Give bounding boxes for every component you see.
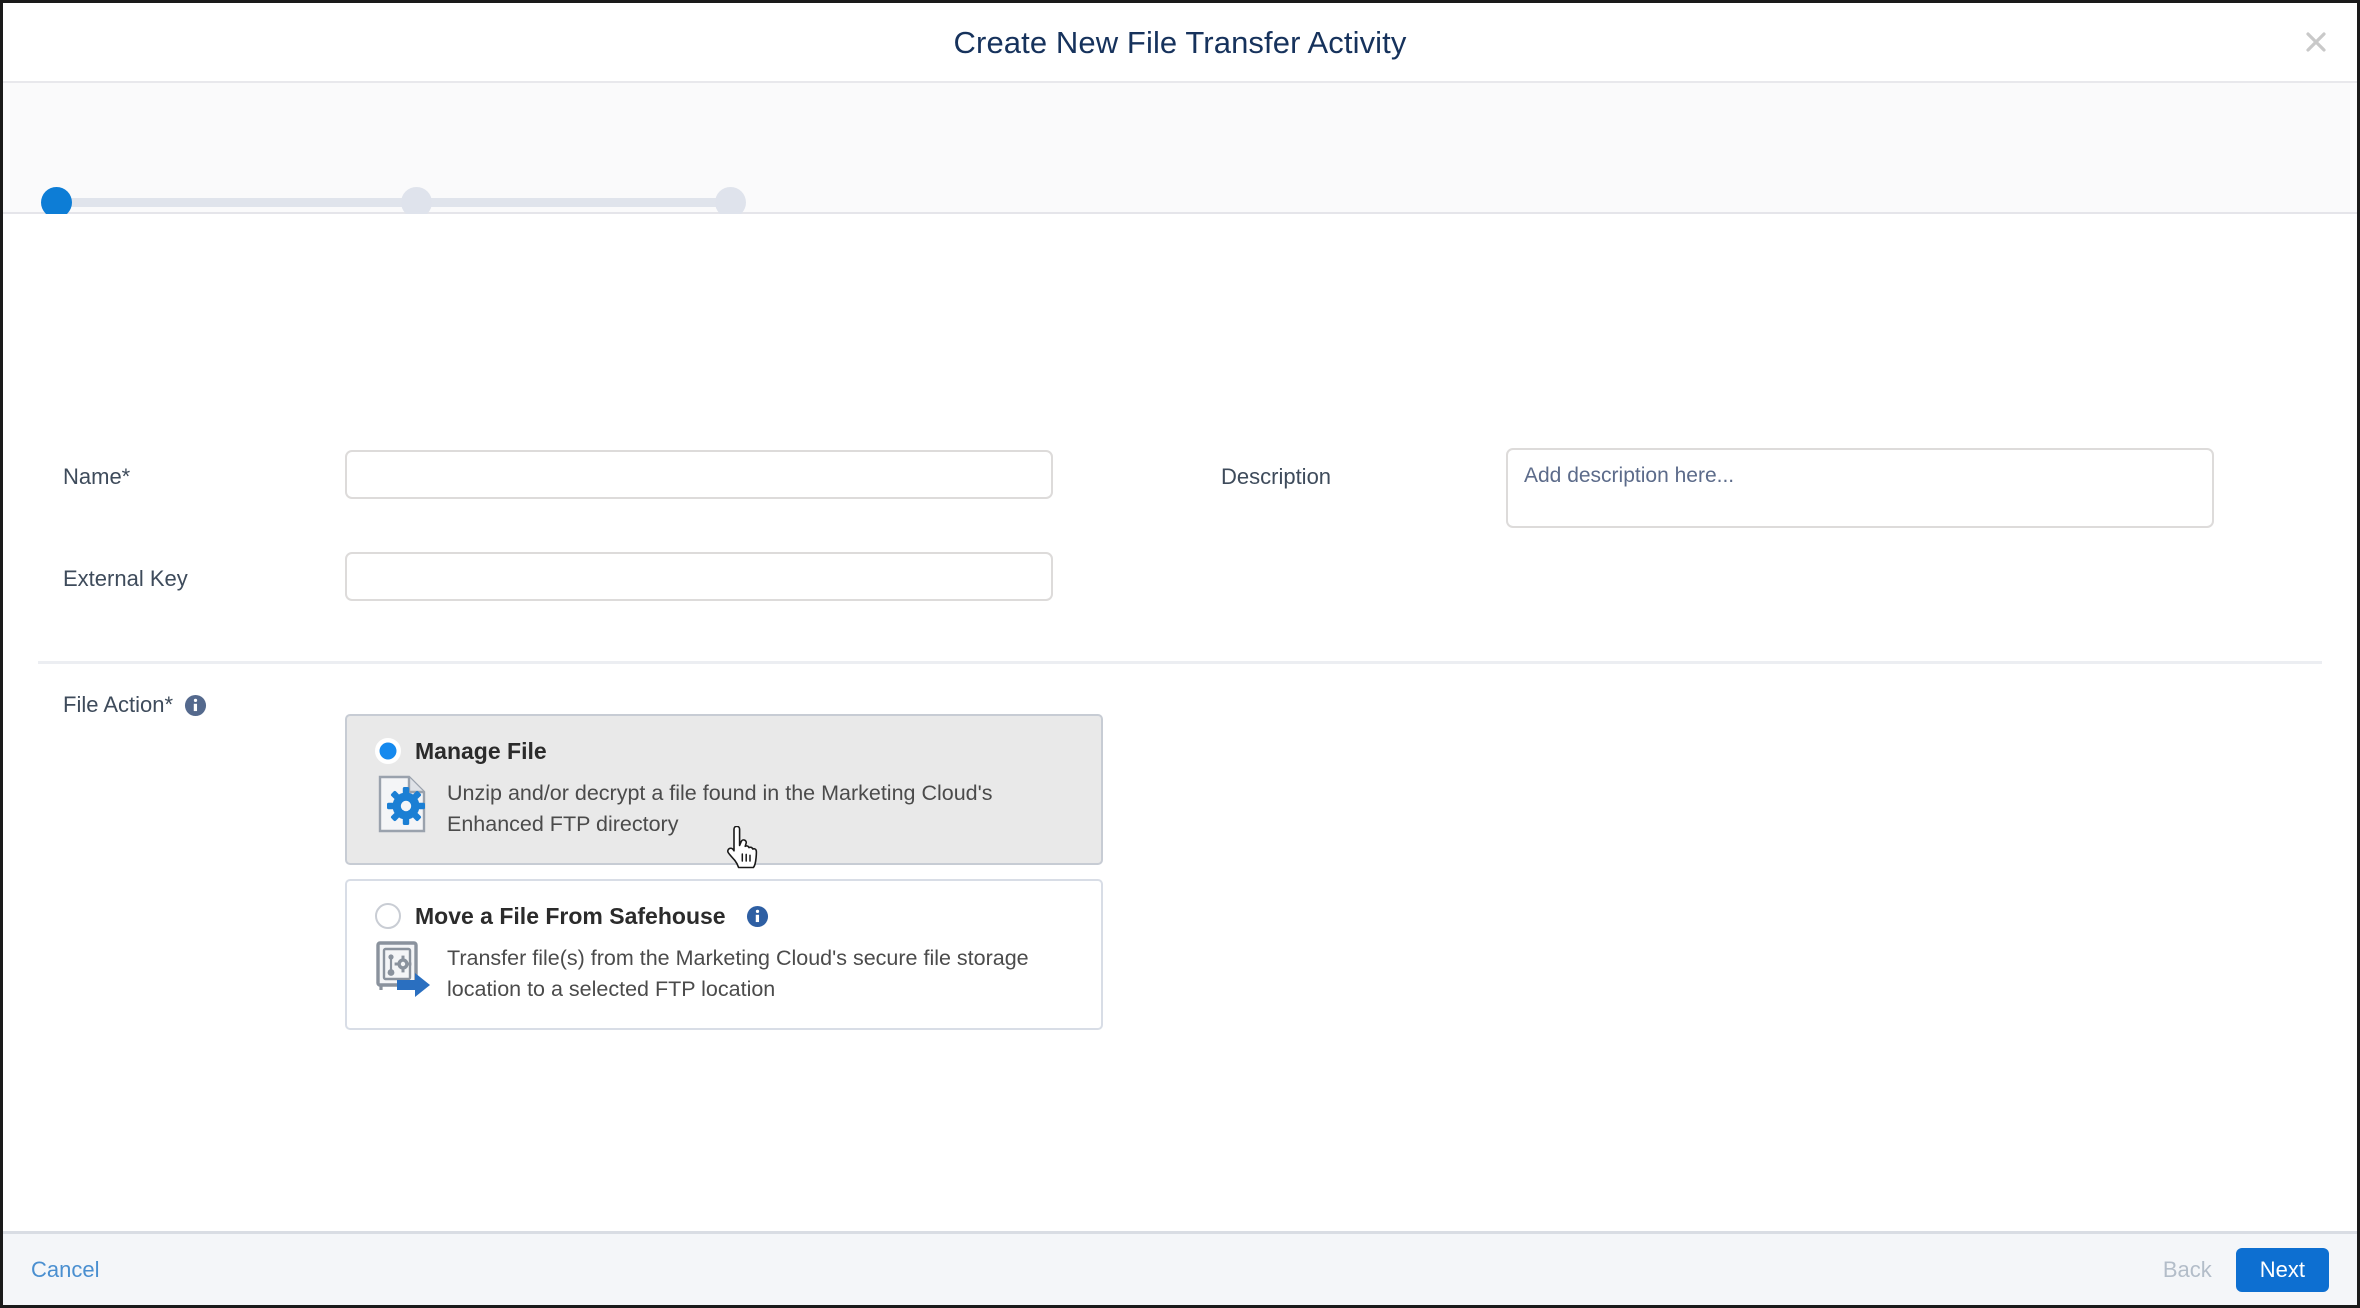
description-label: Description xyxy=(1221,464,1332,489)
option-header-manage-file: Manage File xyxy=(347,716,1101,764)
back-button[interactable]: Back xyxy=(2163,1257,2212,1283)
close-button[interactable] xyxy=(2297,23,2335,61)
description-field-row: Description xyxy=(1221,448,2214,528)
external-key-field-row: External Key xyxy=(63,552,1053,601)
close-icon xyxy=(2303,29,2329,55)
file-gear-icon xyxy=(375,774,431,834)
file-action-label: File Action* xyxy=(63,692,174,717)
safe-arrow-icon xyxy=(375,939,431,999)
modal-header: Create New File Transfer Activity xyxy=(3,3,2357,81)
section-divider xyxy=(38,661,2322,664)
external-key-label: External Key xyxy=(63,566,188,591)
option-description-manage-file: Unzip and/or decrypt a file found in the… xyxy=(447,781,993,836)
option-description-move-file: Transfer file(s) from the Marketing Clou… xyxy=(447,946,1029,1001)
cancel-button[interactable]: Cancel xyxy=(31,1257,99,1283)
progress-track xyxy=(49,198,725,207)
page-title: Create New File Transfer Activity xyxy=(953,24,1407,60)
radio-move-file-safehouse[interactable] xyxy=(375,903,401,929)
description-textarea[interactable] xyxy=(1506,448,2214,528)
next-button[interactable]: Next xyxy=(2235,1247,2329,1292)
option-header-move-file: Move a File From Safehouse xyxy=(347,881,1101,929)
wizard-progress-bar: PROPERTIES CONFIGURATION SUMMARY xyxy=(3,81,2357,255)
option-body-manage-file: Unzip and/or decrypt a file found in the… xyxy=(347,764,1101,863)
modal-footer: Cancel Back Next xyxy=(3,1231,2357,1305)
name-field-row: Name* xyxy=(63,450,1053,499)
name-input[interactable] xyxy=(345,450,1053,499)
option-title-move-file: Move a File From Safehouse xyxy=(415,902,726,929)
radio-manage-file[interactable] xyxy=(375,738,401,764)
option-card-move-file-safehouse[interactable]: Move a File From Safehouse Transfer file… xyxy=(345,879,1103,1031)
name-label: Name* xyxy=(63,464,131,489)
info-icon[interactable] xyxy=(746,905,769,928)
option-card-manage-file[interactable]: Manage File Unzip and/or decrypt a file … xyxy=(345,714,1103,866)
footer-actions: Back Next xyxy=(2163,1247,2329,1292)
external-key-input[interactable] xyxy=(345,552,1053,601)
modal-body: Name* External Key Description File Acti… xyxy=(3,214,2357,1231)
option-body-move-file: Transfer file(s) from the Marketing Clou… xyxy=(347,929,1101,1028)
create-file-transfer-activity-modal: Create New File Transfer Activity PROPER… xyxy=(0,0,2360,1308)
file-action-label-group: File Action* xyxy=(63,692,207,718)
info-icon[interactable] xyxy=(184,694,207,717)
option-title-manage-file: Manage File xyxy=(415,737,547,764)
